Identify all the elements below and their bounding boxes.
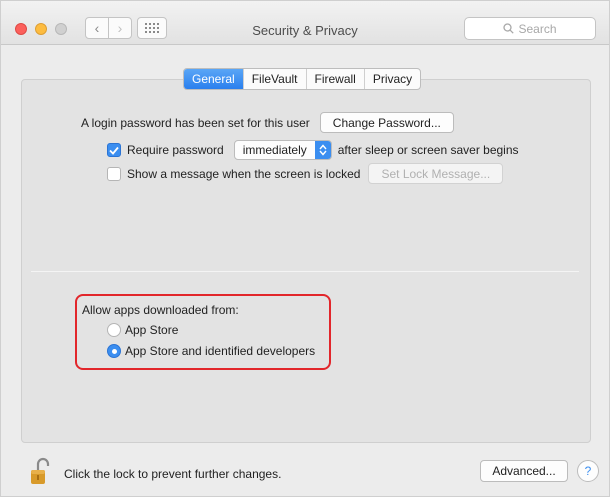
login-password-text: A login password has been set for this u… — [81, 115, 310, 130]
require-password-delay-value: immediately — [242, 143, 307, 157]
unlocked-lock-icon[interactable] — [29, 457, 51, 485]
highlight-annotation-box — [75, 294, 331, 370]
checkmark-icon — [109, 146, 119, 155]
title-bar: ‹ › Security & Privacy Search — [1, 1, 609, 45]
show-message-checkbox[interactable] — [107, 166, 121, 181]
up-down-arrows-icon — [314, 141, 331, 159]
change-password-button[interactable]: Change Password... — [319, 112, 454, 133]
tab-bar: General FileVault Firewall Privacy — [183, 68, 422, 90]
lock-status-text: Click the lock to prevent further change… — [64, 467, 282, 481]
after-sleep-text: after sleep or screen saver begins — [337, 143, 519, 157]
search-placeholder: Search — [518, 21, 557, 36]
show-message-label: Show a message when the screen is locked — [127, 166, 361, 181]
tab-firewall[interactable]: Firewall — [307, 69, 365, 89]
require-password-delay-select[interactable]: immediately — [233, 140, 332, 160]
tab-filevault[interactable]: FileVault — [244, 69, 307, 89]
advanced-button[interactable]: Advanced... — [480, 460, 568, 482]
tab-privacy[interactable]: Privacy — [365, 69, 420, 89]
tab-general[interactable]: General — [184, 69, 244, 89]
search-icon — [503, 23, 515, 34]
show-message-row: Show a message when the screen is locked… — [107, 163, 504, 184]
require-password-row: Require password immediately after sleep… — [107, 140, 519, 160]
section-divider — [31, 271, 579, 272]
login-password-row: A login password has been set for this u… — [81, 112, 454, 133]
require-password-checkbox[interactable] — [107, 143, 121, 157]
require-password-label: Require password — [127, 143, 224, 157]
search-field[interactable]: Search — [464, 17, 596, 40]
help-button[interactable]: ? — [577, 460, 599, 482]
preferences-window: ‹ › Security & Privacy Search General Fi… — [0, 0, 610, 497]
set-lock-message-button[interactable]: Set Lock Message... — [368, 163, 504, 184]
content-panel — [21, 79, 591, 443]
